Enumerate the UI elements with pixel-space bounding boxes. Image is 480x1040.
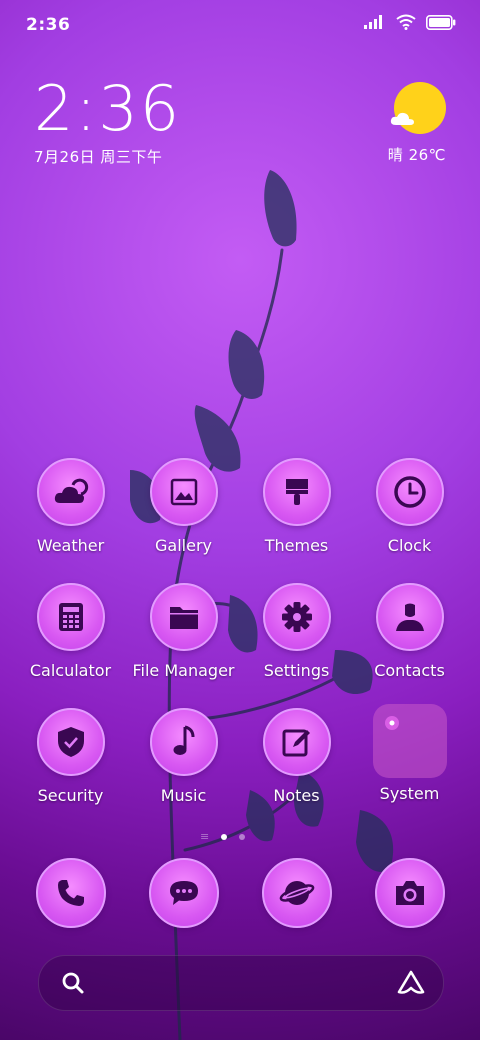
app-music[interactable]: Music [127,708,240,833]
brush-icon [262,458,331,526]
app-row: Security Music Notes System [14,704,466,833]
dock [14,858,466,928]
search-icon[interactable] [61,971,85,995]
app-contacts[interactable]: Contacts [353,583,466,708]
page-dot [239,833,246,840]
gallery-icon [149,458,218,526]
weather-icon [36,458,105,526]
dock-browser[interactable] [240,858,353,928]
signal-icon [364,15,382,29]
app-themes[interactable]: Themes [240,458,353,583]
app-label: Settings [263,661,330,680]
music-note-icon [149,708,218,776]
sunny-weather-icon [390,82,446,134]
app-folder-system[interactable]: System [353,704,466,833]
page-dot-active [221,833,228,840]
app-label: Clock [387,536,432,555]
page-list-icon: ≡ [200,830,210,843]
app-gallery[interactable]: Gallery [127,458,240,583]
app-label: Themes [264,536,329,555]
app-label: Security [37,786,104,805]
person-icon [375,583,444,651]
clock-icon [375,458,444,526]
shield-icon [36,708,105,776]
app-label: System [379,784,440,803]
widget-time: 2:36 [34,72,182,145]
message-icon [148,858,219,928]
dock-phone[interactable] [14,858,127,928]
notes-icon [262,708,331,776]
search-bar[interactable] [38,955,444,1011]
app-calculator[interactable]: Calculator [14,583,127,708]
app-weather[interactable]: Weather [14,458,127,583]
app-settings[interactable]: Settings [240,583,353,708]
clock-widget[interactable]: 2:36 7月26日 周三下午 [34,78,181,167]
wifi-icon [396,14,416,30]
status-time: 2:36 [26,15,71,35]
app-clock[interactable]: Clock [353,458,466,583]
browser-planet-icon [261,858,332,928]
weather-widget[interactable]: 晴 26℃ [388,82,446,165]
app-row: Weather Gallery Themes Clock [14,458,466,583]
app-row: Calculator File Manager Settings Contact… [14,583,466,708]
phone-icon [35,858,106,928]
app-security[interactable]: Security [14,708,127,833]
app-notes[interactable]: Notes [240,708,353,833]
weather-text: 晴 26℃ [387,146,446,164]
app-label: Weather [36,536,105,555]
app-label: File Manager [132,661,235,680]
widget-date: 7月26日 周三下午 [34,148,163,166]
status-bar: 2:36 [0,0,480,50]
gear-icon [262,583,331,651]
app-label: Gallery [155,536,212,555]
folder-icon [149,583,218,651]
app-file-manager[interactable]: File Manager [127,583,240,708]
app-grid: Weather Gallery Themes Clock Calculator … [14,458,466,833]
dock-messages[interactable] [127,858,240,928]
battery-icon [426,14,456,30]
folder-icon [372,704,447,778]
camera-icon [374,858,445,928]
calculator-icon [36,583,105,651]
status-icons [364,14,456,30]
app-label: Notes [273,786,320,805]
app-label: Calculator [29,661,112,680]
app-label: Music [160,786,207,805]
page-indicator[interactable]: ≡ [200,830,246,843]
assistant-icon[interactable] [397,970,425,996]
folder-badge-icon [384,716,399,730]
dock-camera[interactable] [353,858,466,928]
app-label: Contacts [374,661,445,680]
